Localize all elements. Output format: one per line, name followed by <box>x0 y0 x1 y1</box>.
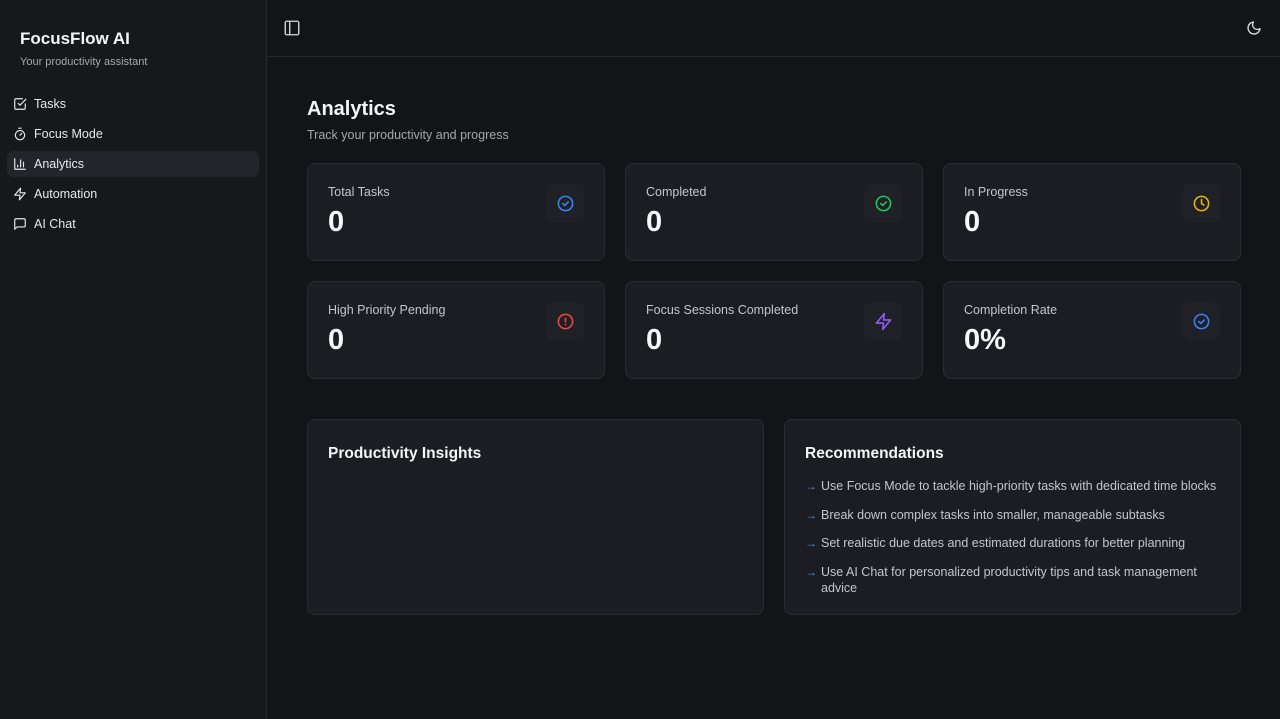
lightning-icon <box>864 302 902 340</box>
stat-card-focus-sessions: Focus Sessions Completed 0 <box>625 281 923 379</box>
sidebar-item-automation[interactable]: Automation <box>7 181 259 207</box>
brand: FocusFlow AI Your productivity assistant <box>0 0 266 69</box>
list-item: → Set realistic due dates and estimated … <box>805 535 1220 552</box>
list-item: → Use AI Chat for personalized productiv… <box>805 564 1220 597</box>
sidebar-toggle-button[interactable] <box>283 19 301 37</box>
stat-label: Total Tasks <box>328 185 390 199</box>
list-item: → Break down complex tasks into smaller,… <box>805 507 1220 524</box>
recommendations-list: → Use Focus Mode to tackle high-priority… <box>805 478 1220 597</box>
sidebar-item-label: Tasks <box>34 97 66 111</box>
recommendation-text: Break down complex tasks into smaller, m… <box>821 507 1165 522</box>
stat-value: 0 <box>646 206 663 238</box>
sidebar-item-analytics[interactable]: Analytics <box>7 151 259 177</box>
stat-label: Focus Sessions Completed <box>646 303 799 317</box>
stat-card-completion-rate: Completion Rate 0% <box>943 281 1241 379</box>
alert-circle-icon <box>546 302 584 340</box>
app-subtitle: Your productivity assistant <box>20 56 148 68</box>
clock-icon <box>1182 184 1220 222</box>
bar-chart-icon <box>13 157 27 171</box>
sidebar-item-label: Automation <box>34 187 98 201</box>
stat-value: 0 <box>964 206 981 238</box>
timer-icon <box>13 127 27 141</box>
stat-value: 0 <box>328 324 345 356</box>
check-circle-icon <box>864 184 902 222</box>
page-title: Analytics <box>307 98 396 120</box>
stats-grid: Total Tasks 0 Completed 0 In Progress 0 … <box>307 163 1241 379</box>
check-circle-icon <box>546 184 584 222</box>
stat-label: Completion Rate <box>964 303 1058 317</box>
list-item: → Use Focus Mode to tackle high-priority… <box>805 478 1220 495</box>
page-subtitle: Track your productivity and progress <box>307 128 509 142</box>
sidebar-toggle-icon <box>283 20 301 41</box>
panel-title: Recommendations <box>805 445 944 462</box>
app-title: FocusFlow AI <box>20 29 130 48</box>
topbar <box>267 0 1280 57</box>
stat-card-completed: Completed 0 <box>625 163 923 261</box>
productivity-insights-panel: Productivity Insights <box>307 419 764 615</box>
recommendation-text: Use Focus Mode to tackle high-priority t… <box>821 479 1217 493</box>
sidebar-item-label: AI Chat <box>34 217 76 231</box>
main-content: Analytics Track your productivity and pr… <box>307 57 1241 615</box>
arrow-right-icon: → <box>805 536 817 550</box>
stat-value: 0% <box>964 324 1006 356</box>
recommendation-text: Use AI Chat for personalized productivit… <box>821 564 1197 596</box>
arrow-right-icon: → <box>805 507 817 522</box>
chat-icon <box>13 217 27 231</box>
arrow-right-icon: → <box>805 564 817 579</box>
lightning-icon <box>13 187 27 201</box>
theme-toggle-button[interactable] <box>1246 20 1262 36</box>
panel-title: Productivity Insights <box>328 445 482 462</box>
sidebar: FocusFlow AI Your productivity assistant… <box>0 0 267 719</box>
panels-row: Productivity Insights Recommendations → … <box>307 419 1241 615</box>
recommendations-panel: Recommendations → Use Focus Mode to tack… <box>784 419 1241 615</box>
stat-card-total-tasks: Total Tasks 0 <box>307 163 605 261</box>
sidebar-item-ai-chat[interactable]: AI Chat <box>7 211 259 237</box>
arrow-right-icon: → <box>805 479 817 493</box>
stat-card-high-priority-pending: High Priority Pending 0 <box>307 281 605 379</box>
sidebar-item-focus-mode[interactable]: Focus Mode <box>7 121 259 147</box>
stat-label: In Progress <box>964 185 1028 199</box>
recommendation-text: Set realistic due dates and estimated du… <box>821 536 1186 550</box>
check-circle-icon <box>1182 302 1220 340</box>
stat-label: Completed <box>646 185 707 199</box>
stat-label: High Priority Pending <box>328 303 446 317</box>
stat-value: 0 <box>328 206 345 238</box>
sidebar-item-label: Analytics <box>34 157 85 171</box>
sidebar-nav: Tasks Focus Mode Analytics Automation AI… <box>0 91 266 237</box>
stat-card-in-progress: In Progress 0 <box>943 163 1241 261</box>
checkbox-icon <box>13 97 27 111</box>
sidebar-item-tasks[interactable]: Tasks <box>7 91 259 117</box>
stat-value: 0 <box>646 324 663 356</box>
moon-icon <box>1246 21 1262 40</box>
sidebar-item-label: Focus Mode <box>34 127 103 141</box>
